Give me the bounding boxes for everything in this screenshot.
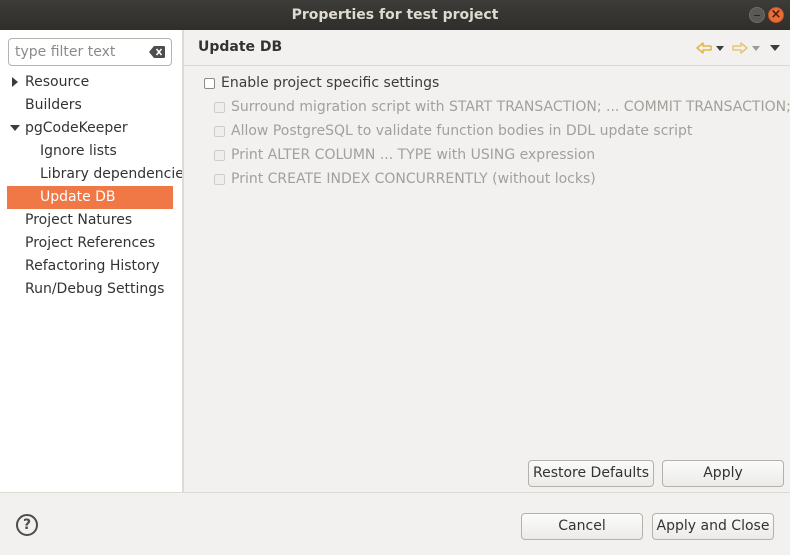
tree-item-library-dependencies[interactable]: Library dependencies <box>0 163 182 186</box>
tree-item-label: Refactoring History <box>25 258 160 274</box>
checkbox-box[interactable] <box>204 78 215 89</box>
tree-item-project-references[interactable]: Project References <box>0 232 182 255</box>
checkbox-label: Enable project specific settings <box>221 75 440 91</box>
checkbox-box[interactable] <box>214 102 225 113</box>
chevron-down-icon[interactable] <box>751 40 761 56</box>
restore-defaults-button[interactable]: Restore Defaults <box>528 460 654 487</box>
tree-item-project-natures[interactable]: Project Natures <box>0 209 182 232</box>
cancel-button[interactable]: Cancel <box>521 513 643 540</box>
tree-item-label: Run/Debug Settings <box>25 281 165 297</box>
tree-item-run-debug-settings[interactable]: Run/Debug Settings <box>0 278 182 301</box>
tree-item-update-db[interactable]: Update DB <box>7 186 173 209</box>
clear-input-icon[interactable] <box>149 46 165 58</box>
tree-item-label: Project References <box>25 235 156 251</box>
filter-input[interactable] <box>15 42 143 62</box>
checkbox-box[interactable] <box>214 126 225 137</box>
tree-item-label: pgCodeKeeper <box>25 120 128 136</box>
checkbox-label: Print ALTER COLUMN ... TYPE with USING e… <box>231 147 596 163</box>
tree-item-label: Library dependencies <box>40 166 182 182</box>
tree-item-label: Update DB <box>40 189 116 205</box>
filter-field[interactable] <box>8 38 172 66</box>
minimize-button[interactable] <box>749 7 765 23</box>
tree-item-label: Resource <box>25 74 90 90</box>
property-tree: Resource Builders pgCodeKeeper Ignore li… <box>0 71 182 301</box>
checkbox-box[interactable] <box>214 150 225 161</box>
page-title: Update DB <box>198 39 283 55</box>
dialog-footer: ? Cancel Apply and Close <box>0 492 790 555</box>
apply-button[interactable]: Apply <box>662 460 784 487</box>
tree-item-resource[interactable]: Resource <box>0 71 182 94</box>
checkbox-label: Surround migration script with START TRA… <box>231 99 790 115</box>
tree-item-refactoring-history[interactable]: Refactoring History <box>0 255 182 278</box>
arrow-right-icon[interactable] <box>732 40 748 56</box>
chevron-down-icon[interactable] <box>715 40 725 56</box>
property-page: Update DB Enable project specific settin… <box>184 30 790 492</box>
window-title: Properties for test project <box>291 7 499 23</box>
tree-item-label: Project Natures <box>25 212 133 228</box>
tree-item-label: Ignore lists <box>40 143 117 159</box>
left-panel: Resource Builders pgCodeKeeper Ignore li… <box>0 30 182 492</box>
tree-item-ignore-lists[interactable]: Ignore lists <box>0 140 182 163</box>
window-titlebar: Properties for test project <box>0 0 790 30</box>
tree-item-pgcodekeeper[interactable]: pgCodeKeeper <box>0 117 182 140</box>
header-separator <box>184 65 790 66</box>
collapse-arrow-icon[interactable] <box>10 123 20 133</box>
apply-and-close-button[interactable]: Apply and Close <box>652 513 774 540</box>
checkbox-label: Allow PostgreSQL to validate function bo… <box>231 123 693 139</box>
expand-arrow-icon[interactable] <box>10 77 20 87</box>
view-menu-icon[interactable] <box>769 40 781 56</box>
checkbox-label: Print CREATE INDEX CONCURRENTLY (without… <box>231 171 596 187</box>
checkbox-box[interactable] <box>214 174 225 185</box>
tree-item-builders[interactable]: Builders <box>0 94 182 117</box>
help-icon[interactable]: ? <box>16 514 38 536</box>
close-button[interactable] <box>768 5 784 25</box>
tree-item-label: Builders <box>25 97 82 113</box>
arrow-left-icon[interactable] <box>696 40 712 56</box>
